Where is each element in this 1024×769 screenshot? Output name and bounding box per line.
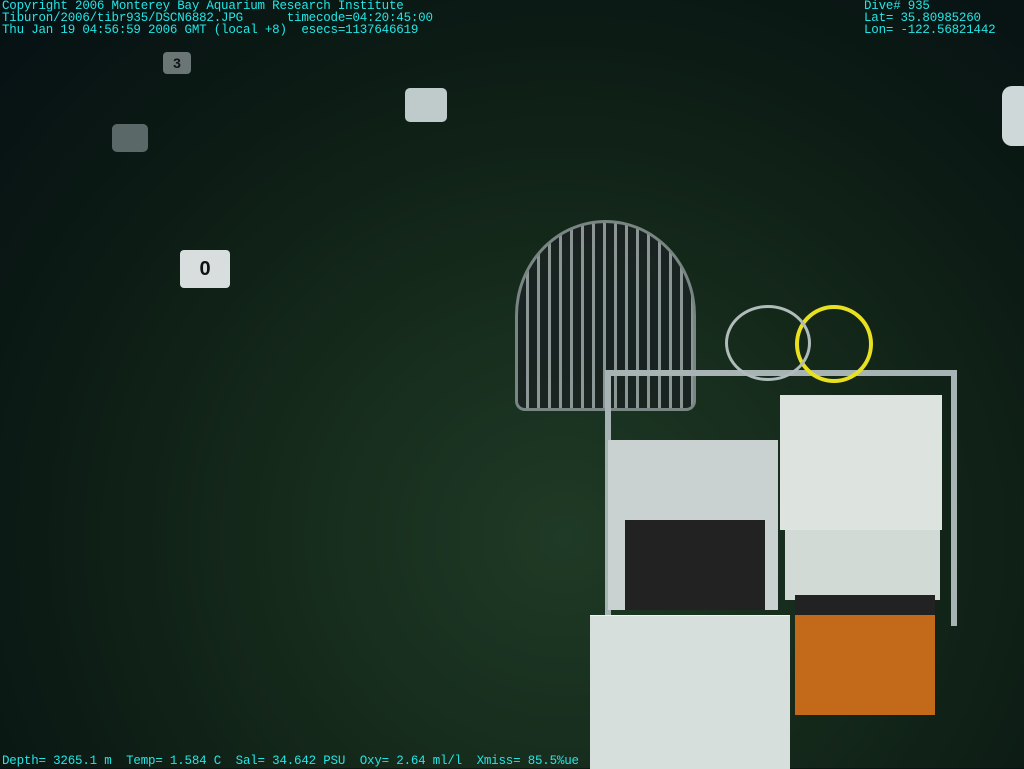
metal-ring xyxy=(725,305,811,381)
orange-block xyxy=(795,595,935,715)
sensor-bottles xyxy=(625,520,765,610)
seafloor-marker-float xyxy=(112,124,148,152)
header-datetime: Thu Jan 19 04:56:59 2006 GMT (local +8) … xyxy=(2,23,419,37)
longitude: Lon= -122.56821442 xyxy=(864,23,996,37)
footer-sensor-readout: Depth= 3265.1 m Temp= 1.584 C Sal= 34.64… xyxy=(2,754,579,768)
seafloor-marker-0: 0 xyxy=(180,250,230,288)
seafloor-marker-float xyxy=(1002,86,1024,146)
white-box-front xyxy=(590,615,790,769)
white-box-upper xyxy=(780,395,942,530)
white-box-middle xyxy=(785,530,940,600)
seafloor-marker-float xyxy=(405,88,447,122)
seafloor-marker-3: 3 xyxy=(163,52,191,74)
